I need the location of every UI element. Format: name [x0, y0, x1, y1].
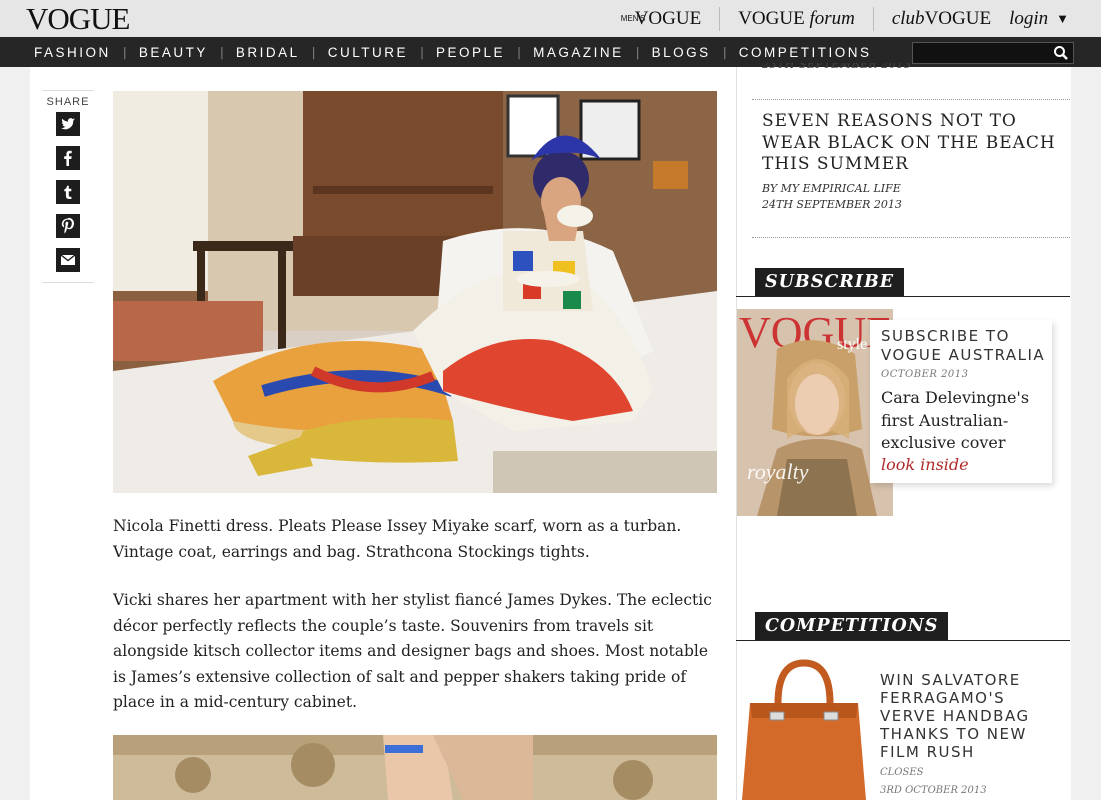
photo-caption: Nicola Finetti dress. Pleats Please Isse… [113, 517, 682, 561]
sidebar-article-title[interactable]: SEVEN REASONS NOT TO WEAR BLACK ON THE B… [762, 111, 1062, 176]
competition-title[interactable]: WIN SALVATORE FERRAGAMO'S VERVE HANDBAG … [880, 671, 1060, 761]
forum-label: forum [809, 7, 855, 29]
article-photo [113, 91, 717, 493]
share-box: SHARE [42, 90, 94, 283]
competition-closes-label: CLOSES [880, 767, 924, 778]
search-box [912, 42, 1074, 64]
nav-items: FASHION | BEAUTY | BRIDAL | CULTURE | PEOPLE… [22, 37, 884, 67]
nav-item-magazine[interactable]: MAGAZINE [521, 45, 636, 60]
club-vogue-label: VOGUE [924, 7, 992, 29]
email-share-button[interactable] [56, 248, 80, 272]
top-links: MEN'S VOGUE VOGUE forum club VOGUE login … [603, 0, 1101, 37]
divider [752, 99, 1070, 100]
sidebar-article-byline: BY MY EMPIRICAL LIFE [762, 182, 901, 195]
photo-legs [113, 735, 717, 800]
cover-headline-text: royalty [747, 459, 809, 484]
vogue-logo[interactable]: VOGUE [26, 1, 130, 37]
twitter-share-button[interactable] [56, 112, 80, 136]
share-label: SHARE [46, 96, 90, 108]
tumblr-share-button[interactable] [56, 180, 80, 204]
pinterest-share-button[interactable] [56, 214, 80, 238]
competitions-heading: COMPETITIONS [755, 612, 949, 640]
facebook-share-button[interactable] [56, 146, 80, 170]
article-paragraph: Vicki shares her apartment with her styl… [113, 591, 712, 711]
login-link[interactable]: login ▼ [1009, 8, 1101, 30]
handbag-photo [738, 658, 870, 800]
club-label: club [891, 7, 925, 29]
mens-vogue-link[interactable]: MEN'S VOGUE [603, 8, 720, 30]
search-input[interactable] [913, 43, 1047, 64]
vogue-forum-link[interactable]: VOGUE forum [720, 8, 873, 30]
facebook-icon [64, 150, 72, 166]
chevron-down-icon: ▼ [1056, 10, 1069, 26]
email-icon [60, 254, 76, 265]
subscribe-card: SUBSCRIBE TO VOGUE AUSTRALIA OCTOBER 201… [870, 320, 1052, 483]
nav-item-culture[interactable]: CULTURE [316, 45, 420, 60]
club-vogue-link[interactable]: club VOGUE [874, 8, 1009, 30]
mens-vogue-label: VOGUE [634, 7, 702, 29]
photo-woman-drinking-tea [113, 91, 717, 493]
twitter-icon [61, 118, 75, 130]
competition-close-date: 3RD OCTOBER 2013 [880, 785, 987, 796]
nav-item-bridal[interactable]: BRIDAL [224, 45, 312, 60]
top-bar: VOGUE MEN'S VOGUE VOGUE forum club VOGUE … [0, 0, 1101, 37]
sidebar-article-date: 24TH SEPTEMBER 2013 [762, 198, 902, 211]
subscribe-issue-date: OCTOBER 2013 [881, 369, 969, 380]
pinterest-icon [61, 217, 74, 234]
subscribe-description: Cara Delevingne's first Australian-exclu… [881, 388, 1030, 452]
cover-side-text: style [837, 336, 867, 353]
subscribe-heading: SUBSCRIBE [755, 268, 905, 296]
competitions-header: COMPETITIONS [736, 612, 1070, 641]
divider [752, 237, 1070, 238]
nav-item-people[interactable]: PEOPLE [424, 45, 517, 60]
nav-item-fashion[interactable]: FASHION [22, 45, 123, 60]
login-label: login [1009, 7, 1049, 29]
vogue-forum-label: VOGUE [738, 7, 805, 29]
article-photo-2 [113, 735, 717, 800]
mens-mini-label: MEN'S [620, 13, 646, 23]
search-icon[interactable] [1053, 45, 1069, 61]
prev-article-date: 23TH SEPTEMBER 2013 [762, 63, 912, 71]
tumblr-icon [64, 185, 72, 199]
subscribe-title[interactable]: SUBSCRIBE TO VOGUE AUSTRALIA [881, 327, 1052, 364]
handbag-image[interactable] [738, 658, 870, 800]
nav-item-blogs[interactable]: BLOGS [640, 45, 723, 60]
look-inside-link[interactable]: look inside [881, 455, 969, 474]
nav-item-beauty[interactable]: BEAUTY [127, 45, 220, 60]
subscribe-header: SUBSCRIBE [736, 268, 1070, 297]
nav-item-competitions[interactable]: COMPETITIONS [727, 45, 884, 60]
